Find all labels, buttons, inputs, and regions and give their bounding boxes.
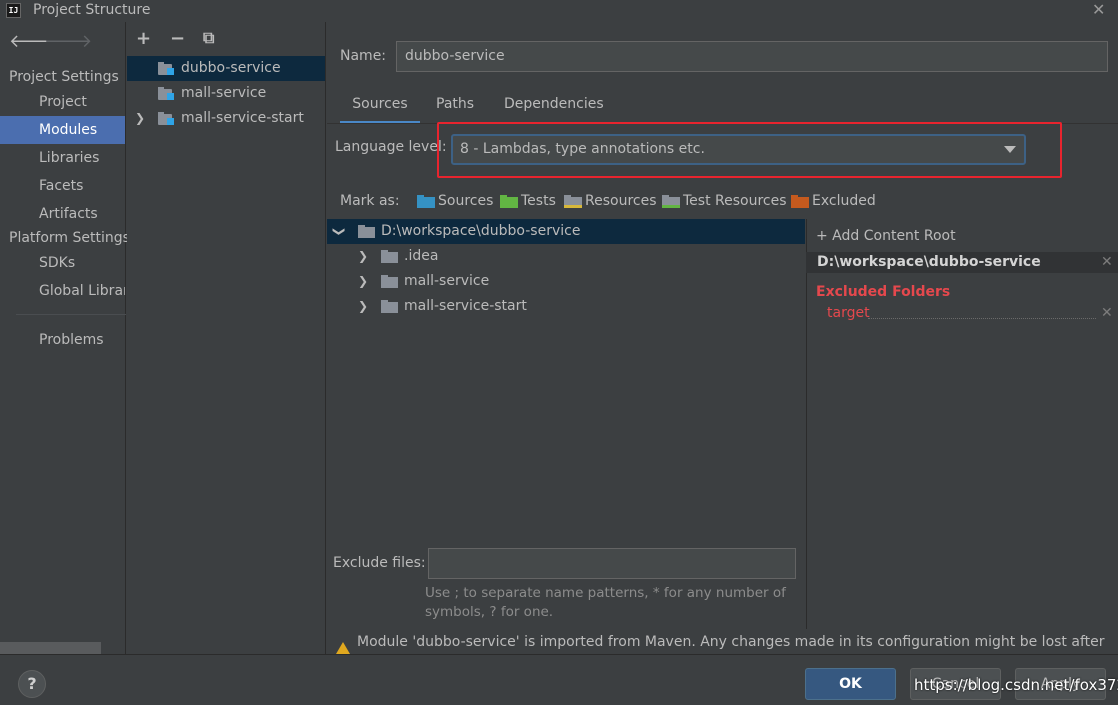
- content-root-path: D:\workspace\dubbo-service: [817, 254, 1041, 270]
- tree-row-mall-service[interactable]: ❯ mall-service: [327, 269, 805, 294]
- tests-folder-icon: [500, 195, 518, 208]
- exclude-files-label: Exclude files:: [333, 555, 426, 571]
- folder-icon: [381, 300, 398, 313]
- tab-paths[interactable]: Paths: [436, 96, 474, 122]
- module-item-mall-service-start[interactable]: ❯ mall-service-start: [127, 106, 325, 131]
- add-module-icon[interactable]: +: [136, 28, 151, 49]
- folder-icon: [358, 225, 375, 238]
- sidebar-item-sdks[interactable]: SDKs: [0, 249, 125, 277]
- tab-dependencies[interactable]: Dependencies: [504, 96, 604, 122]
- mark-as-label: Mark as:: [340, 193, 400, 209]
- excluded-folder-item: target: [827, 305, 870, 321]
- close-icon[interactable]: ✕: [1092, 0, 1105, 19]
- module-item-dubbo-service[interactable]: dubbo-service: [127, 56, 325, 81]
- module-item-mall-service[interactable]: mall-service: [127, 81, 325, 106]
- module-folder-icon: [158, 112, 174, 125]
- name-label: Name:: [340, 48, 387, 64]
- window-title: Project Structure: [33, 2, 151, 18]
- sidebar-item-modules[interactable]: Modules: [0, 116, 125, 144]
- module-folder-icon: [158, 87, 174, 100]
- title-bar: [0, 0, 1118, 22]
- remove-module-icon[interactable]: −: [170, 28, 185, 49]
- folder-icon: [381, 250, 398, 263]
- language-level-label: Language level:: [335, 139, 447, 155]
- remove-content-root-icon[interactable]: ✕: [1101, 254, 1113, 270]
- sidebar-item-facets[interactable]: Facets: [0, 172, 125, 200]
- sources-folder-icon: [417, 195, 435, 208]
- sidebar-item-libraries[interactable]: Libraries: [0, 144, 125, 172]
- content-root-pane: [806, 219, 1118, 629]
- platform-settings-header: Platform Settings: [9, 230, 130, 246]
- sidebar-item-project[interactable]: Project: [0, 88, 125, 116]
- sidebar-item-problems[interactable]: Problems: [0, 326, 125, 354]
- maven-warning-text: Module 'dubbo-service' is imported from …: [357, 634, 1105, 650]
- ok-button[interactable]: OK: [805, 668, 896, 700]
- tree-row-mall-service-start[interactable]: ❯ mall-service-start: [327, 294, 805, 319]
- remove-excluded-icon[interactable]: ✕: [1101, 305, 1113, 321]
- add-content-root-button[interactable]: + Add Content Root: [816, 228, 956, 244]
- chevron-right-icon[interactable]: ❯: [358, 244, 368, 269]
- chevron-right-icon[interactable]: ❯: [358, 294, 368, 319]
- module-name-input[interactable]: dubbo-service: [396, 41, 1108, 72]
- annotation-highlight-box: [437, 122, 1062, 178]
- excluded-folder-icon: [791, 195, 809, 208]
- excluded-leader-dots: [868, 318, 1096, 319]
- tree-row-idea[interactable]: ❯ .idea: [327, 244, 805, 269]
- sidebar-scrollbar[interactable]: [0, 642, 101, 654]
- intellij-app-icon: IJ: [6, 3, 21, 18]
- project-settings-header: Project Settings: [9, 69, 119, 85]
- chevron-right-icon[interactable]: ❯: [358, 269, 368, 294]
- sidebar-item-global-libraries[interactable]: Global Librar: [0, 277, 125, 305]
- forward-arrow-icon[interactable]: 🡒: [44, 31, 92, 52]
- chevron-down-icon[interactable]: ❯: [327, 226, 352, 236]
- folder-icon: [381, 275, 398, 288]
- exclude-files-hint: Use ; to separate name patterns, * for a…: [425, 585, 786, 620]
- test-resources-folder-icon: [662, 195, 680, 208]
- resources-folder-icon: [564, 195, 582, 208]
- warning-icon: [336, 642, 350, 654]
- sidebar-item-artifacts[interactable]: Artifacts: [0, 200, 125, 228]
- sidebar-divider: [16, 314, 126, 315]
- tab-sources[interactable]: Sources: [340, 96, 420, 124]
- module-folder-icon: [158, 62, 174, 75]
- copy-module-icon[interactable]: ⧉: [203, 28, 214, 48]
- watermark-text: https://blog.csdn.net/fox372: [914, 676, 1118, 694]
- excluded-folders-header: Excluded Folders: [816, 284, 951, 300]
- tree-root-row[interactable]: ❯ D:\workspace\dubbo-service: [327, 219, 805, 244]
- exclude-files-input[interactable]: [428, 548, 796, 579]
- chevron-right-icon[interactable]: ❯: [135, 106, 145, 131]
- help-button[interactable]: ?: [18, 670, 46, 698]
